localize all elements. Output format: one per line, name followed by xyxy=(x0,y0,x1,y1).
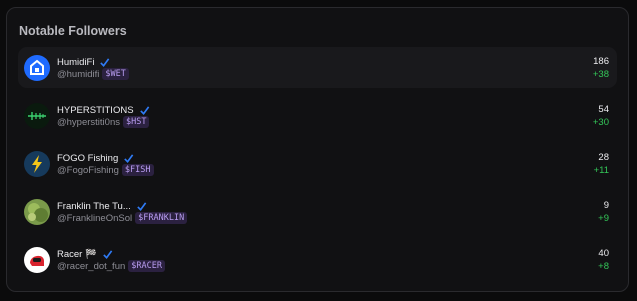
follower-handle[interactable]: @humidifi xyxy=(57,69,99,80)
racer-helmet-icon xyxy=(24,247,50,273)
verified-check-icon xyxy=(124,153,134,163)
ticker-badge[interactable]: $FRANKLIN xyxy=(135,212,188,224)
follower-handle[interactable]: @FranklineOnSol xyxy=(57,213,132,224)
verified-check-icon xyxy=(136,201,147,211)
follower-delta: +9 xyxy=(598,213,609,224)
panel-title: Notable Followers xyxy=(19,24,127,38)
follower-name[interactable]: Racer 🏁 xyxy=(57,249,97,260)
follower-delta: +30 xyxy=(592,117,609,128)
follower-name[interactable]: FOGO Fishing xyxy=(57,153,118,164)
ticker-badge[interactable]: $WET xyxy=(102,68,129,80)
follower-handle[interactable]: @hyperstiti0ns xyxy=(57,117,120,128)
follower-delta: +38 xyxy=(592,69,609,80)
humidifi-logo-icon xyxy=(24,55,50,81)
ticker-badge[interactable]: $RACER xyxy=(128,260,165,272)
fogo-lightning-icon xyxy=(24,151,50,177)
follower-count: 9 xyxy=(603,200,609,211)
follower-handle[interactable]: @FogoFishing xyxy=(57,165,119,176)
follower-row-racer[interactable]: Racer 🏁 @racer_dot_fun $RACER 40 +8 xyxy=(18,239,617,280)
verified-check-icon xyxy=(100,57,110,67)
franklin-turtle-avatar xyxy=(24,199,50,225)
follower-count: 28 xyxy=(598,152,609,163)
follower-count: 54 xyxy=(598,104,609,115)
follower-name[interactable]: HYPERSTITIONS xyxy=(57,105,134,116)
follower-count: 40 xyxy=(598,248,609,259)
ticker-badge[interactable]: $HST xyxy=(122,116,150,128)
follower-count: 186 xyxy=(593,56,609,67)
follower-row-fogo-fishing[interactable]: FOGO Fishing @FogoFishing $FISH 28 +11 xyxy=(18,143,617,184)
verified-check-icon xyxy=(103,249,113,259)
notable-followers-panel: Notable Followers HumidiFi @humidifi $WE… xyxy=(6,7,629,292)
follower-name[interactable]: HumidiFi xyxy=(57,57,94,68)
ticker-badge[interactable]: $FISH xyxy=(121,164,154,176)
follower-name[interactable]: Franklin The Tu... xyxy=(57,201,131,212)
follower-handle[interactable]: @racer_dot_fun xyxy=(57,261,125,272)
follower-row-franklin[interactable]: Franklin The Tu... @FranklineOnSol $FRAN… xyxy=(18,191,617,232)
follower-delta: +11 xyxy=(593,165,609,176)
follower-row-hyperstitions[interactable]: HYPERSTITIONS @hyperstiti0ns $HST 54 +30 xyxy=(18,95,617,136)
hyperstitions-logo-icon xyxy=(24,103,50,129)
follower-delta: +8 xyxy=(598,261,609,272)
verified-check-icon xyxy=(139,105,149,115)
follower-row-humidifi[interactable]: HumidiFi @humidifi $WET 186 +38 xyxy=(18,47,617,88)
